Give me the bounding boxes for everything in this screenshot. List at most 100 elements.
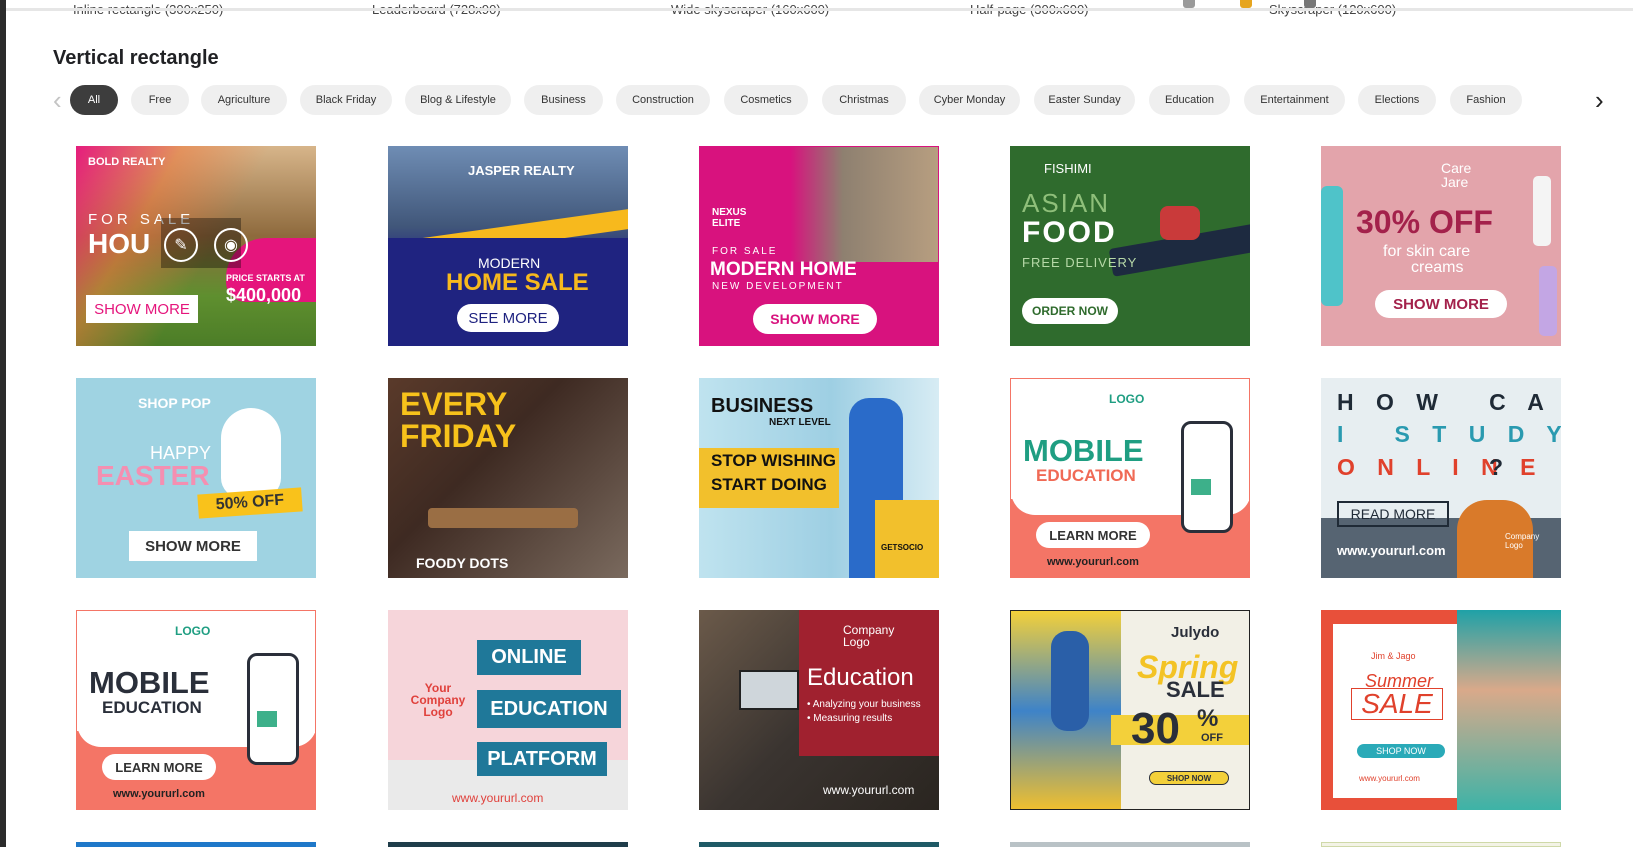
photo-area (1457, 610, 1561, 810)
card-line2: SALE (1166, 677, 1225, 702)
top-strip-shadow (6, 8, 1633, 11)
card-brand: FOODY DOTS (416, 555, 509, 571)
category-chip-christmas[interactable]: Christmas (822, 85, 906, 115)
card-url: www.yoururl.com (1047, 556, 1139, 568)
card-url: www.yoururl.com (823, 783, 915, 797)
card-brand: SHOP POP (138, 395, 211, 411)
category-chip-cyber-monday[interactable]: Cyber Monday (919, 85, 1020, 115)
category-chip-free[interactable]: Free (131, 85, 189, 115)
category-chip-easter-sunday[interactable]: Easter Sunday (1034, 85, 1135, 115)
template-card-company-education[interactable]: Company Logo Education • Analyzing your … (699, 610, 939, 810)
category-chip-all[interactable]: All (70, 85, 118, 115)
card-line2: • Analyzing your business (807, 699, 921, 710)
template-card-jasper-realty[interactable]: JASPER REALTY MODERN HOME SALE SEE MORE (388, 146, 628, 346)
card-line2: EDUCATION (1036, 466, 1136, 485)
category-chip-entertainment[interactable]: Entertainment (1244, 85, 1345, 115)
card-headline: EASTER (96, 460, 210, 491)
template-card-summer-sale[interactable]: Jim & Jago Summer SALE SHOP NOW www.your… (1321, 610, 1561, 810)
card-line2: NEXT LEVEL (769, 417, 831, 428)
phone-screen-block (257, 711, 277, 727)
category-chip-blog-lifestyle[interactable]: Blog & Lifestyle (405, 85, 511, 115)
company-logo: Company Logo (1505, 532, 1540, 550)
template-card-foody-dots[interactable]: EVERY FRIDAY FOODY DOTS (388, 378, 628, 578)
card-brand: NEXUS ELITE (712, 207, 747, 229)
card-url: www.yoururl.com (113, 788, 205, 800)
template-card-mobile-education-2[interactable]: LOGO MOBILE EDUCATION LEARN MORE www.you… (76, 610, 316, 810)
card-brand: JASPER REALTY (468, 163, 575, 178)
card-url: www.yoururl.com (1359, 774, 1420, 783)
template-card-partial[interactable] (699, 842, 939, 847)
template-card-partial[interactable] (388, 842, 628, 847)
card-line2: EDUCATION (477, 690, 621, 728)
category-chip-education[interactable]: Education (1149, 85, 1230, 115)
card-line3: 30 (1131, 704, 1180, 753)
card-line1: MODERN (478, 255, 541, 271)
template-card-study-online[interactable]: H O W C A N I S T U D Y O N L I N E ? RE… (1321, 378, 1561, 578)
template-card-online-education[interactable]: Your Company Logo ONLINE EDUCATION PLATF… (388, 610, 628, 810)
category-chip-business[interactable]: Business (524, 85, 603, 115)
card-cta-button[interactable]: LEARN MORE (102, 754, 216, 780)
phone-screen-block (1191, 479, 1211, 495)
card-cta-button[interactable]: SHOP NOW (1357, 744, 1445, 758)
chevron-right-icon[interactable]: › (1595, 87, 1604, 113)
chevron-left-icon[interactable]: ‹ (53, 87, 62, 113)
card-headline: Education (807, 664, 914, 691)
card-line2: SALE (1351, 688, 1443, 720)
extension-icon[interactable] (1240, 0, 1252, 8)
card-line2: I S T U D Y (1337, 421, 1561, 447)
card-cta-button[interactable]: SHOW MORE (86, 295, 198, 323)
card-line4: % (1197, 705, 1219, 732)
card-cta-button[interactable]: SHOP NOW (1149, 771, 1229, 785)
card-line1: FOR SALE (712, 246, 778, 257)
section-title: Vertical rectangle (53, 47, 219, 69)
card-line2: EDUCATION (102, 698, 202, 717)
template-card-getsocio[interactable]: BUSINESS NEXT LEVEL STOP WISHING START D… (699, 378, 939, 578)
card-brand: BOLD REALTY (88, 156, 166, 168)
card-line5: OFF (1201, 732, 1223, 744)
phone-shape (247, 653, 299, 765)
card-line4: START DOING (711, 475, 827, 494)
category-chip-fashion[interactable]: Fashion (1450, 85, 1522, 115)
bunny-shape (221, 408, 281, 498)
template-card-fishimi[interactable]: FISHIMI ASIAN FOOD FREE DELIVERY ORDER N… (1010, 146, 1250, 346)
card-cta-button[interactable]: SHOW MORE (129, 531, 257, 561)
template-card-partial[interactable] (76, 842, 316, 847)
card-cta-button[interactable]: ORDER NOW (1022, 298, 1118, 324)
template-card-nexus-elite[interactable]: NEXUS ELITE FOR SALE MODERN HOME NEW DEV… (699, 146, 939, 346)
card-cta-button[interactable]: SHOW MORE (1375, 290, 1507, 318)
top-format-strip: Inline rectangle (300x250) Leaderboard (… (6, 0, 1633, 20)
category-chip-black-friday[interactable]: Black Friday (300, 85, 392, 115)
template-card-bold-realty[interactable]: BOLD REALTY FOR SALE HOU ✎ ◉ PRICE START… (76, 146, 316, 346)
card-line1: ASIAN (1022, 188, 1111, 218)
pencil-icon[interactable]: ✎ (164, 228, 198, 262)
card-cta-button[interactable]: LEARN MORE (1036, 522, 1150, 548)
card-headline: H O W C A N (1337, 389, 1552, 415)
card-cta-button[interactable]: SEE MORE (457, 304, 559, 332)
toolbar-icon[interactable] (1183, 0, 1195, 8)
product-tube (1533, 176, 1551, 246)
card-url: www.yoururl.com (452, 791, 544, 805)
card-line3: STOP WISHING (711, 451, 837, 470)
card-cta-button[interactable]: READ MORE (1337, 501, 1449, 527)
card-brand: Jim & Jago (1371, 651, 1416, 661)
template-card-mobile-education[interactable]: LOGO MOBILE EDUCATION LEARN MORE www.you… (1010, 378, 1250, 578)
card-brand: GETSOCIO (881, 543, 924, 552)
card-headline: MOBILE (1023, 433, 1144, 468)
card-line3: NEW DEVELOPMENT (712, 281, 844, 292)
template-card-partial[interactable] (1010, 842, 1250, 847)
extension-icon[interactable] (1304, 0, 1316, 8)
template-card-shop-pop[interactable]: SHOP POP HAPPY EASTER 50% OFF SHOW MORE (76, 378, 316, 578)
card-brand: Company Logo (843, 623, 895, 649)
template-card-julydo[interactable]: Julydo Spring SALE 30 % OFF SHOP NOW (1010, 610, 1250, 810)
card-brand: LOGO (1109, 392, 1145, 406)
card-cta-button[interactable]: SHOW MORE (753, 304, 877, 334)
card-headline: ONLINE (477, 640, 581, 675)
category-chip-agriculture[interactable]: Agriculture (201, 85, 287, 115)
category-chip-cosmetics[interactable]: Cosmetics (724, 85, 808, 115)
category-chip-elections[interactable]: Elections (1358, 85, 1436, 115)
price-value: $400,000 (226, 285, 302, 305)
template-card-care-jare[interactable]: Care Jare 30% OFF for skin care creams S… (1321, 146, 1561, 346)
category-chip-construction[interactable]: Construction (616, 85, 710, 115)
template-card-partial[interactable] (1321, 842, 1561, 847)
eye-icon[interactable]: ◉ (214, 228, 248, 262)
